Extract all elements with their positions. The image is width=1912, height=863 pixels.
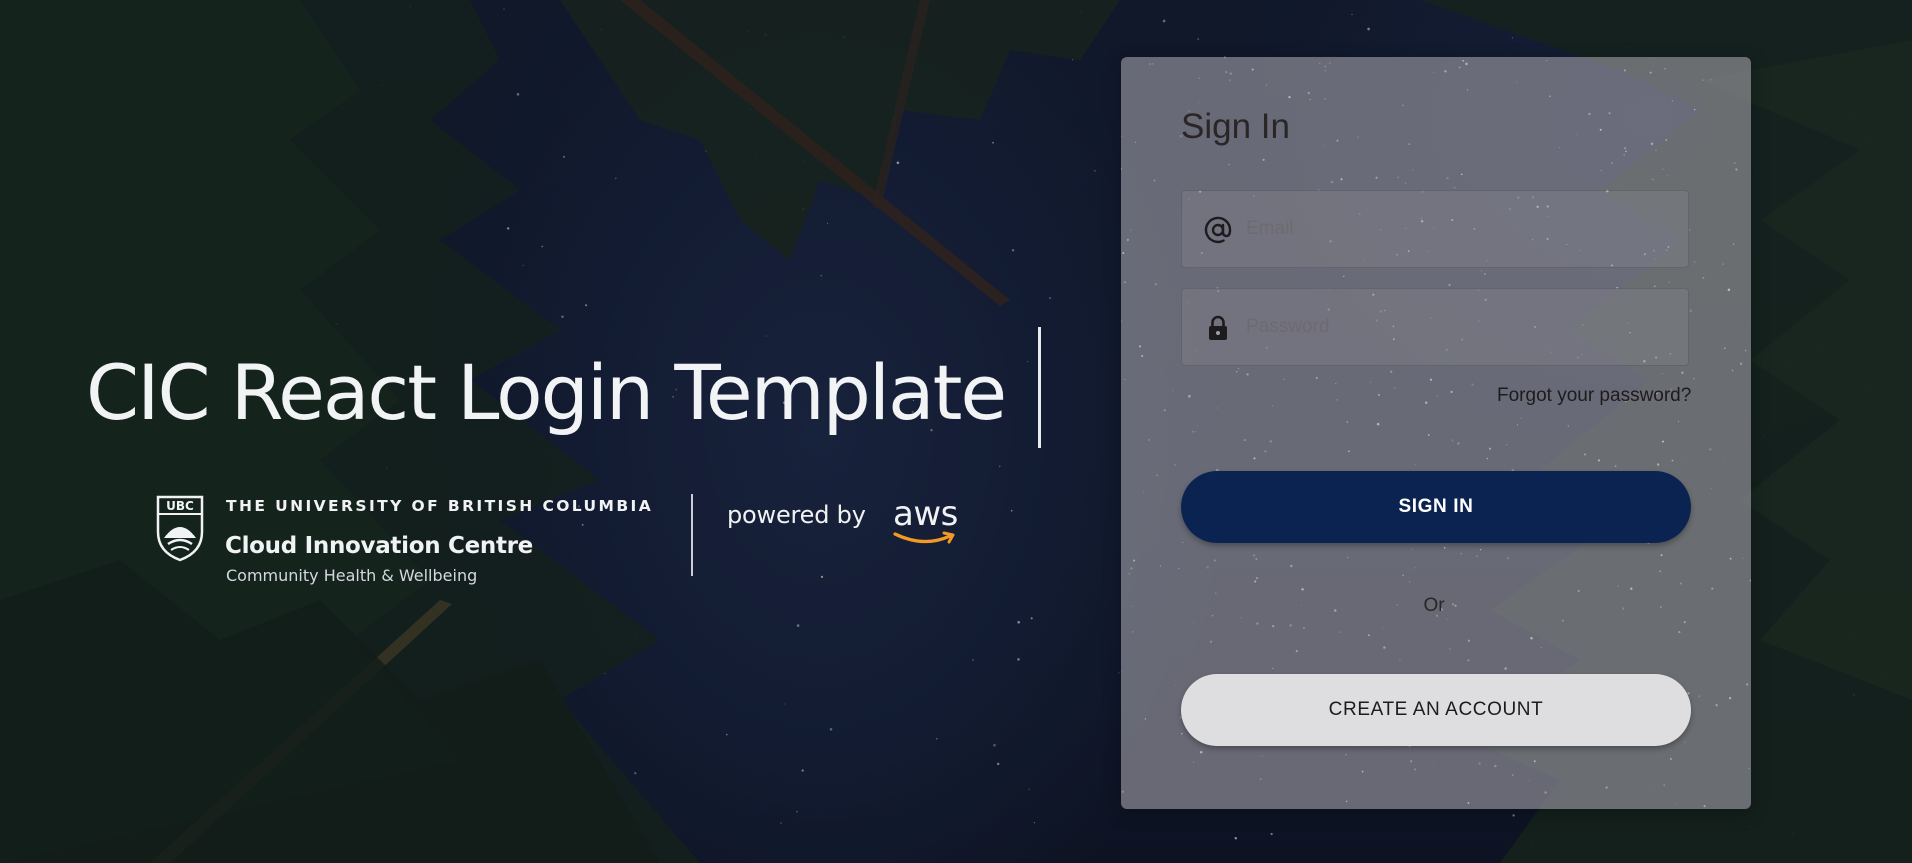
aws-smile-icon (893, 531, 955, 544)
signin-card: Sign In Forgot your password? SIGN IN Or… (1121, 57, 1751, 809)
password-input[interactable] (1246, 289, 1676, 365)
create-account-button[interactable]: CREATE AN ACCOUNT (1181, 674, 1691, 746)
lock-icon (1209, 315, 1227, 340)
centre-name: Cloud Innovation Centre (225, 533, 533, 559)
at-sign-icon (1204, 216, 1232, 244)
ubc-crest-icon: UBC (156, 495, 204, 562)
crest-initials: UBC (166, 499, 194, 513)
university-name: THE UNIVERSITY OF BRITISH COLUMBIA (226, 497, 654, 515)
aws-logo-text: aws (893, 494, 958, 534)
hero-title: CIC React Login Template (86, 348, 1007, 437)
or-divider-right (1461, 608, 1691, 609)
or-divider-text: Or (1423, 595, 1445, 616)
brand-divider (691, 494, 693, 576)
password-field[interactable] (1181, 288, 1689, 366)
or-divider-left (1181, 608, 1407, 609)
hero-title-cursor (1038, 327, 1041, 448)
sign-in-button[interactable]: SIGN IN (1181, 471, 1691, 543)
powered-by-text: powered by (727, 501, 866, 529)
email-field[interactable] (1181, 190, 1689, 268)
email-input[interactable] (1246, 191, 1676, 267)
centre-subtitle: Community Health & Wellbeing (226, 566, 478, 585)
forgot-password-link[interactable]: Forgot your password? (1497, 385, 1691, 407)
signin-title: Sign In (1181, 107, 1290, 146)
